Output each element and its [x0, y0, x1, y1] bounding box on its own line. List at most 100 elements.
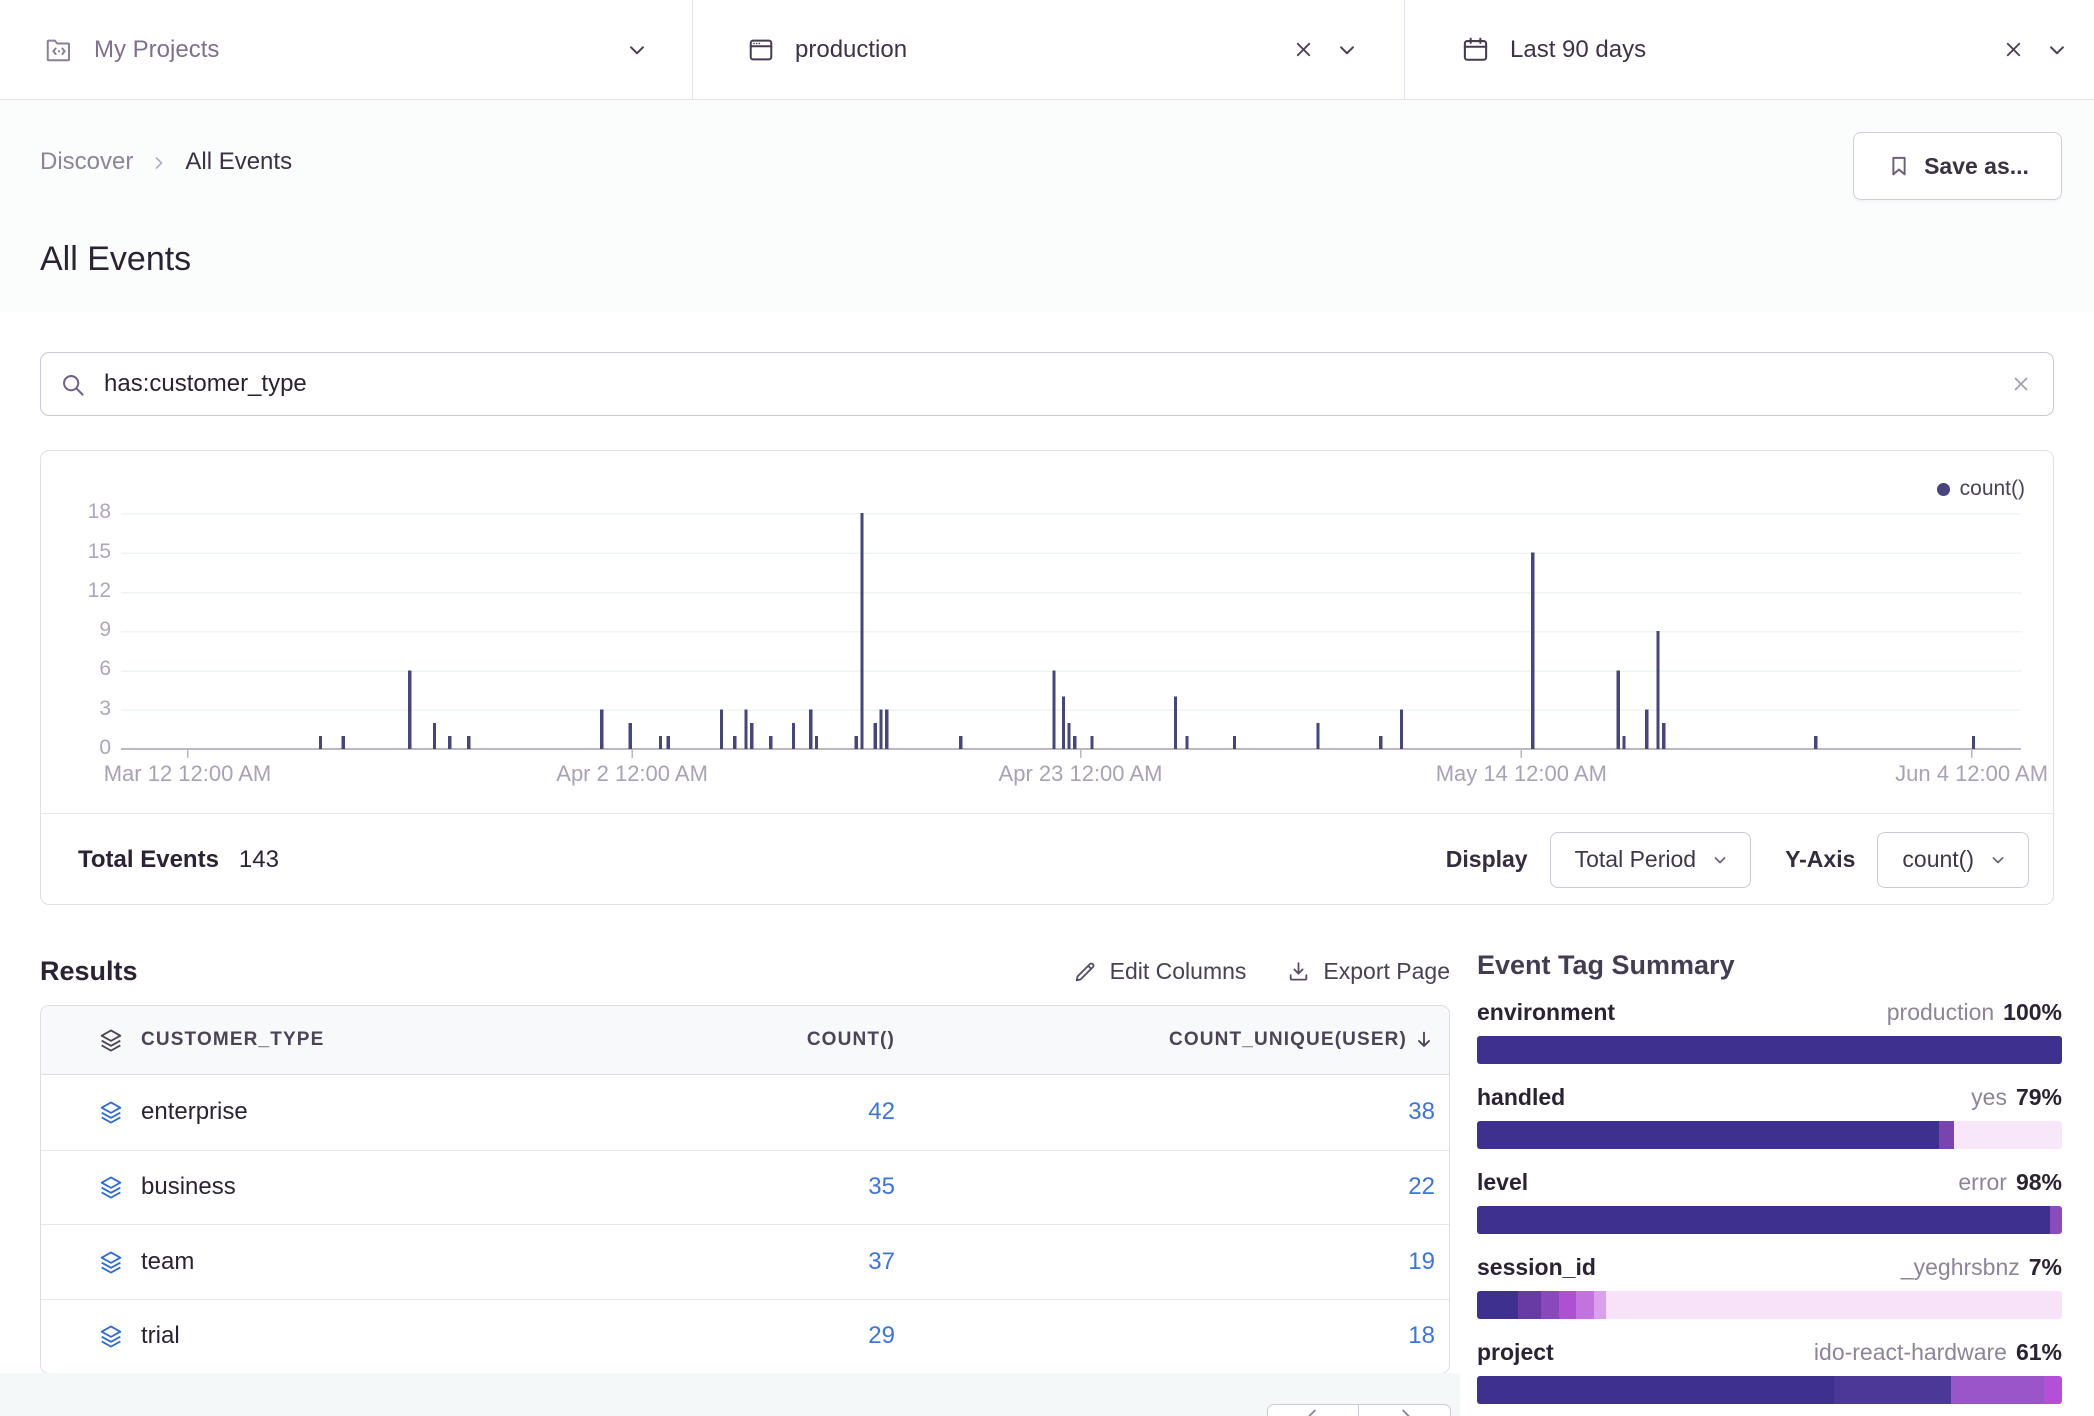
chart-bar [1972, 736, 1975, 749]
calendar-icon [1461, 35, 1490, 64]
chart-bar [1090, 736, 1093, 749]
tag-bar-segment[interactable] [1834, 1376, 1951, 1404]
search-input[interactable] [104, 370, 2009, 398]
project-selector[interactable]: My Projects [0, 0, 693, 99]
tag-bar-segment[interactable] [2050, 1206, 2062, 1234]
total-events-value: 143 [239, 846, 279, 874]
date-range-selector[interactable]: Last 90 days [1405, 0, 2094, 99]
tag-bar-segment[interactable] [1477, 1291, 1518, 1319]
clear-date-range-icon[interactable] [2001, 37, 2026, 62]
chevron-right-icon [149, 153, 169, 173]
tag-distribution-bar[interactable] [1477, 1036, 2062, 1064]
chevron-down-icon[interactable] [2044, 37, 2070, 63]
tag-bar-segment[interactable] [1594, 1291, 1606, 1319]
results-header: Results Edit Columns Export Page [40, 948, 1450, 994]
count-unique-link[interactable]: 19 [895, 1248, 1435, 1276]
tag-bar-segment[interactable] [1477, 1206, 2050, 1234]
customer-type-value: team [141, 1248, 593, 1276]
events-chart-panel: count() 0369121518 Mar 12 12:00 AMApr 2 … [40, 450, 2054, 905]
chart-bar [1622, 736, 1625, 749]
table-row[interactable]: team 37 19 [41, 1224, 1449, 1299]
x-axis-tick-label: Apr 23 12:00 AM [971, 761, 1191, 787]
column-header-count[interactable]: COUNT() [593, 1029, 895, 1051]
tag-name: environment [1477, 997, 1887, 1027]
chevron-down-icon[interactable] [1334, 37, 1360, 63]
tag-top-value[interactable]: production [1887, 997, 1994, 1027]
breadcrumb-discover-link[interactable]: Discover [40, 148, 133, 176]
tag-bar-segment[interactable] [1954, 1121, 2062, 1149]
tag-bar-segment[interactable] [1518, 1291, 1541, 1319]
count-link[interactable]: 37 [593, 1248, 895, 1276]
tag-top-value[interactable]: yes [1971, 1082, 2007, 1112]
count-link[interactable]: 42 [593, 1098, 895, 1126]
count-link[interactable]: 29 [593, 1322, 895, 1350]
pagination-next-button[interactable] [1359, 1404, 1451, 1416]
edit-columns-button[interactable]: Edit Columns [1073, 958, 1247, 985]
save-as-label: Save as... [1924, 153, 2029, 180]
tag-distribution-bar[interactable] [1477, 1121, 2062, 1149]
tag-top-value[interactable]: _yeghrsbnz [1901, 1252, 2020, 1282]
tag-bar-segment[interactable] [1951, 1376, 2045, 1404]
clear-environment-icon[interactable] [1291, 37, 1316, 62]
tag-bar-segment[interactable] [1541, 1291, 1559, 1319]
tag-distribution-bar[interactable] [1477, 1291, 2062, 1319]
tag-top-percent: 100% [2003, 997, 2062, 1027]
count-link[interactable]: 35 [593, 1173, 895, 1201]
tag-distribution-bar[interactable] [1477, 1206, 2062, 1234]
tag-top-value[interactable]: ido-react-hardware [1814, 1337, 2007, 1367]
chevron-down-icon[interactable] [624, 37, 650, 63]
table-row[interactable]: trial 29 18 [41, 1299, 1449, 1374]
chart-bar [959, 736, 962, 749]
table-header-row: CUSTOMER_TYPE COUNT() COUNT_UNIQUE(USER) [41, 1006, 1449, 1075]
tag-bar-segment[interactable] [1559, 1291, 1577, 1319]
sort-descending-arrow-icon [1413, 1029, 1435, 1051]
tag-bar-segment[interactable] [1576, 1291, 1594, 1319]
tag-bar-segment[interactable] [1477, 1036, 2062, 1064]
count-unique-link[interactable]: 38 [895, 1098, 1435, 1126]
tag-row-level: level error 98% [1477, 1167, 2062, 1234]
event-tag-summary-title: Event Tag Summary [1477, 949, 2062, 981]
chart-bar [1379, 736, 1382, 749]
column-header-customer-type[interactable]: CUSTOMER_TYPE [141, 1029, 593, 1051]
y-axis-tick-label: 15 [41, 540, 111, 564]
count-unique-link[interactable]: 18 [895, 1322, 1435, 1350]
table-row[interactable]: business 35 22 [41, 1150, 1449, 1225]
tag-bar-segment[interactable] [1477, 1121, 1939, 1149]
event-tag-summary: Event Tag Summary environment production… [1477, 949, 2062, 1416]
chart-bar [448, 736, 451, 749]
tag-row-project: project ido-react-hardware 61% [1477, 1337, 2062, 1404]
chart-bar [1662, 723, 1665, 749]
table-row[interactable]: enterprise 42 38 [41, 1075, 1449, 1150]
tag-bar-segment[interactable] [2044, 1376, 2062, 1404]
clear-search-icon[interactable] [2009, 372, 2033, 396]
date-range-label: Last 90 days [1510, 36, 2001, 64]
tag-bar-segment[interactable] [1477, 1376, 1834, 1404]
customer-type-value: enterprise [141, 1098, 593, 1126]
chart-bar [667, 736, 670, 749]
column-header-count-unique[interactable]: COUNT_UNIQUE(USER) [895, 1029, 1435, 1051]
tag-top-percent: 7% [2029, 1252, 2062, 1282]
chart-bar [1400, 710, 1403, 749]
export-page-button[interactable]: Export Page [1286, 958, 1450, 985]
save-as-button[interactable]: Save as... [1853, 132, 2062, 200]
tag-distribution-bar[interactable] [1477, 1376, 2062, 1404]
tag-bar-segment[interactable] [1606, 1291, 2062, 1319]
y-axis-dropdown[interactable]: count() [1877, 832, 2029, 888]
tag-bar-segment[interactable] [1939, 1121, 1954, 1149]
count-unique-link[interactable]: 22 [895, 1173, 1435, 1201]
tag-row-session-id: session_id _yeghrsbnz 7% [1477, 1252, 2062, 1319]
chart-bar [319, 736, 322, 749]
display-dropdown[interactable]: Total Period [1550, 832, 1751, 888]
export-page-label: Export Page [1323, 958, 1450, 985]
chart-bar [720, 710, 723, 749]
environment-selector[interactable]: production [693, 0, 1405, 99]
breadcrumb: Discover All Events [40, 148, 292, 176]
chart-bar [733, 736, 736, 749]
chart-bar [1052, 670, 1055, 749]
pagination-previous-button[interactable] [1267, 1404, 1359, 1416]
chart-legend[interactable]: count() [1937, 477, 2025, 501]
discover-all-events-page: My Projects production [0, 0, 2094, 1416]
tag-top-value[interactable]: error [1958, 1167, 2007, 1197]
chart-bar [885, 710, 888, 749]
page-header-band [0, 100, 2094, 312]
